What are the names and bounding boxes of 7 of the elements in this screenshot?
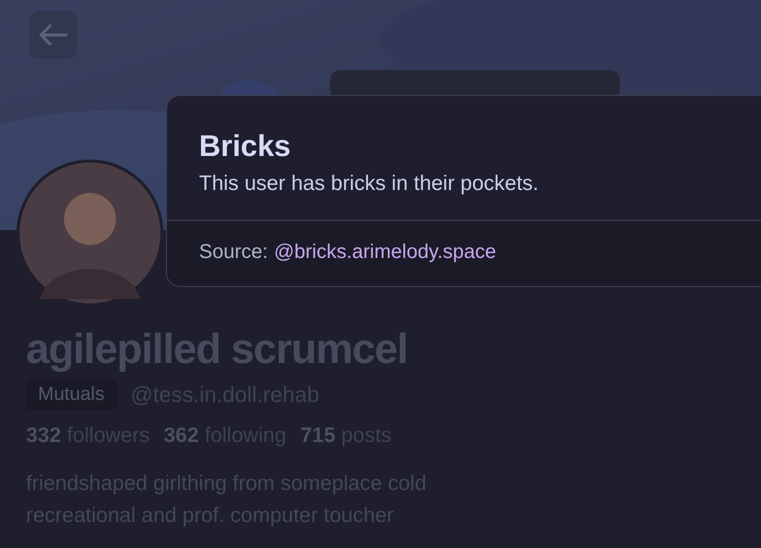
back-arrow-icon: [38, 24, 68, 46]
source-label: Source:: [199, 241, 268, 264]
popover-title: Bricks: [199, 130, 292, 164]
back-button[interactable]: [29, 11, 77, 59]
source-link[interactable]: @bricks.arimelody.space: [274, 241, 496, 264]
popover-description: This user has bricks in their pockets.: [199, 172, 540, 196]
mutuals-tag: Mutuals: [26, 380, 117, 410]
